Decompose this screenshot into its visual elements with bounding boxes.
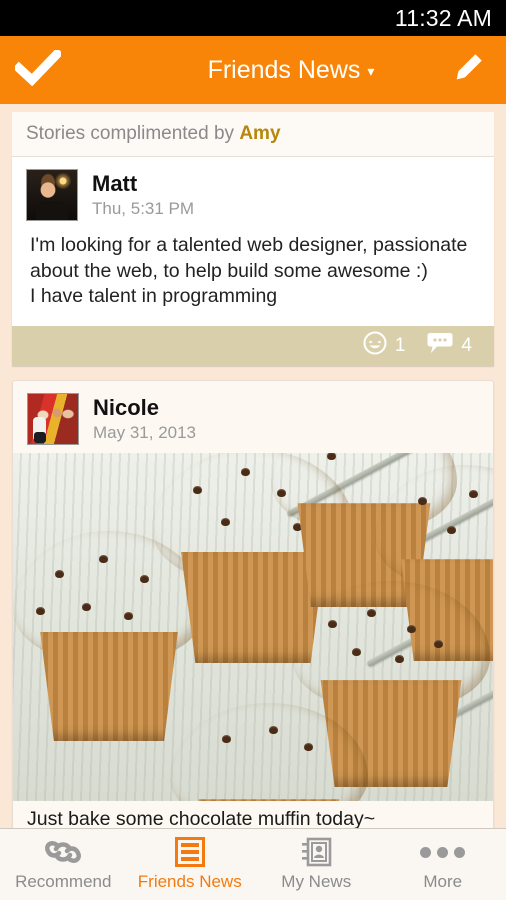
link-chain-icon <box>42 837 84 867</box>
tab-label: My News <box>281 872 352 891</box>
smile-count: 1 <box>394 335 406 357</box>
comment-count: 4 <box>461 335 472 357</box>
smiley-icon <box>363 331 387 361</box>
pencil-icon <box>448 48 488 93</box>
post-header: Nicole May 31, 2013 <box>13 381 493 453</box>
post-reaction-bar: 1 4 <box>12 326 494 367</box>
section-header-name: Amy <box>239 123 281 144</box>
chevron-down-icon: ▾ <box>367 63 375 79</box>
tab-label: More <box>423 872 463 891</box>
tab-more[interactable]: More <box>380 829 506 900</box>
bottom-tab-bar: Recommend Friends News My News More <box>0 828 506 900</box>
smile-reaction[interactable]: 1 <box>363 331 406 361</box>
tab-recommend[interactable]: Recommend <box>0 829 127 900</box>
avatar-nicole[interactable] <box>27 393 79 446</box>
list-lines-icon <box>174 837 205 867</box>
app-root: 11:32 AM Friends News ▾ Stories complime… <box>0 0 506 900</box>
section-header: Stories complimented by Amy <box>12 112 494 157</box>
confirm-button[interactable] <box>0 36 76 104</box>
tab-label: Friends News <box>137 872 242 891</box>
action-bar: Friends News ▾ <box>0 36 506 104</box>
post-text: I'm looking for a talented web designer,… <box>30 234 468 308</box>
avatar-matt[interactable] <box>26 169 78 221</box>
ellipsis-icon <box>420 837 466 867</box>
post-photo[interactable] <box>13 453 493 802</box>
post-author: Nicole <box>93 395 160 421</box>
status-bar: 11:32 AM <box>0 0 506 36</box>
section-header-prefix: Stories complimented by <box>26 123 240 144</box>
post-header: Matt Thu, 5:31 PM <box>12 157 494 229</box>
post-author: Matt <box>92 171 138 196</box>
post-card-nicole[interactable]: Nicole May 31, 2013 Just bake some choco… <box>12 380 494 828</box>
page-title: Friends News <box>207 55 361 84</box>
check-icon <box>12 47 64 91</box>
feed-scroll-area[interactable]: Stories complimented by Amy Matt Thu, 5:… <box>0 104 506 828</box>
comment-reaction[interactable]: 4 <box>427 332 472 360</box>
tab-friends-news[interactable]: Friends News <box>127 829 254 900</box>
tab-my-news[interactable]: My News <box>253 829 380 900</box>
post-timestamp: May 31, 2013 <box>93 423 197 443</box>
compose-button[interactable] <box>430 36 506 104</box>
tab-label: Recommend <box>15 872 112 891</box>
post-card-matt[interactable]: Matt Thu, 5:31 PM I'm looking for a tale… <box>12 157 494 367</box>
status-bar-clock: 11:32 AM <box>394 4 492 31</box>
post-timestamp: Thu, 5:31 PM <box>92 199 195 218</box>
address-book-icon <box>300 837 332 867</box>
post-caption: Just bake some chocolate muffin today~ <box>13 801 493 828</box>
comment-bubble-icon <box>427 332 453 360</box>
